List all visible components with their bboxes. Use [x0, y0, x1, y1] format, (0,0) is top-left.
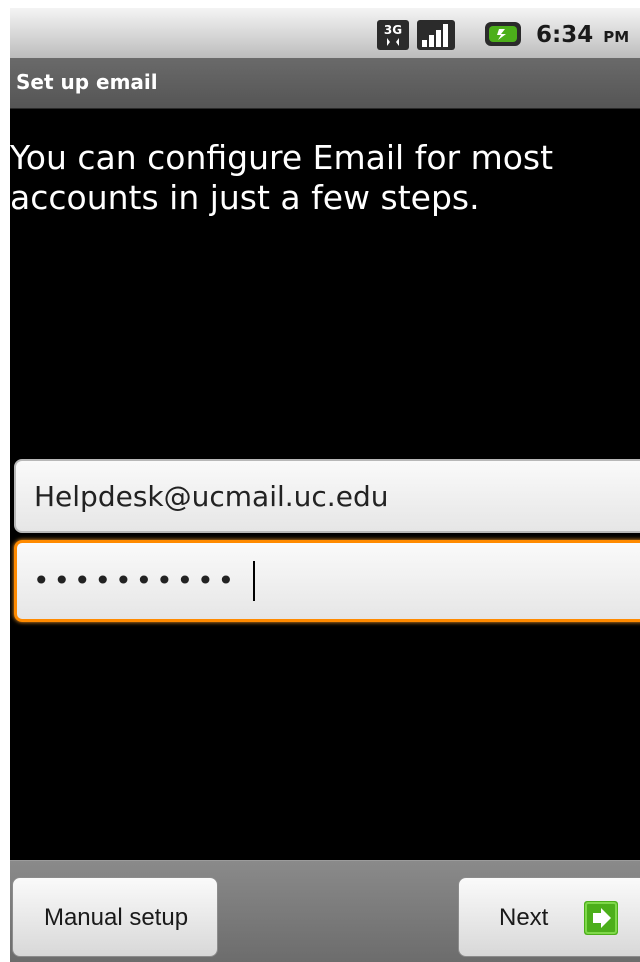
- email-field-value: Helpdesk@ucmail.uc.edu: [34, 480, 389, 513]
- status-time: 6:34 PM: [536, 22, 629, 50]
- password-field-value: ••••••••••: [33, 564, 239, 597]
- network-3g-label: 3G: [384, 23, 402, 37]
- network-3g-icon: 3G: [377, 20, 409, 50]
- manual-setup-button[interactable]: Manual setup: [12, 877, 218, 957]
- page-title: Set up email: [16, 70, 158, 94]
- status-time-value: 6:34: [536, 22, 594, 48]
- title-bar: Set up email: [10, 58, 640, 109]
- next-label: Next: [499, 904, 549, 931]
- email-field[interactable]: Helpdesk@ucmail.uc.edu: [14, 459, 640, 533]
- signal-strength-icon: [417, 20, 455, 50]
- manual-setup-label: Manual setup: [43, 904, 189, 931]
- next-button[interactable]: Next: [458, 877, 640, 957]
- battery-icon: [485, 22, 521, 46]
- intro-text: You can configure Email for most account…: [10, 138, 554, 217]
- status-ampm: PM: [603, 28, 630, 46]
- phone-screen: 3G 6:34 PM Set up email You can configur…: [10, 8, 640, 962]
- text-cursor: [253, 561, 255, 601]
- password-field[interactable]: ••••••••••: [14, 540, 640, 622]
- bottom-button-bar: Manual setup Next: [10, 860, 640, 962]
- next-arrow-icon: [584, 901, 618, 935]
- status-bar: 3G 6:34 PM: [10, 8, 640, 58]
